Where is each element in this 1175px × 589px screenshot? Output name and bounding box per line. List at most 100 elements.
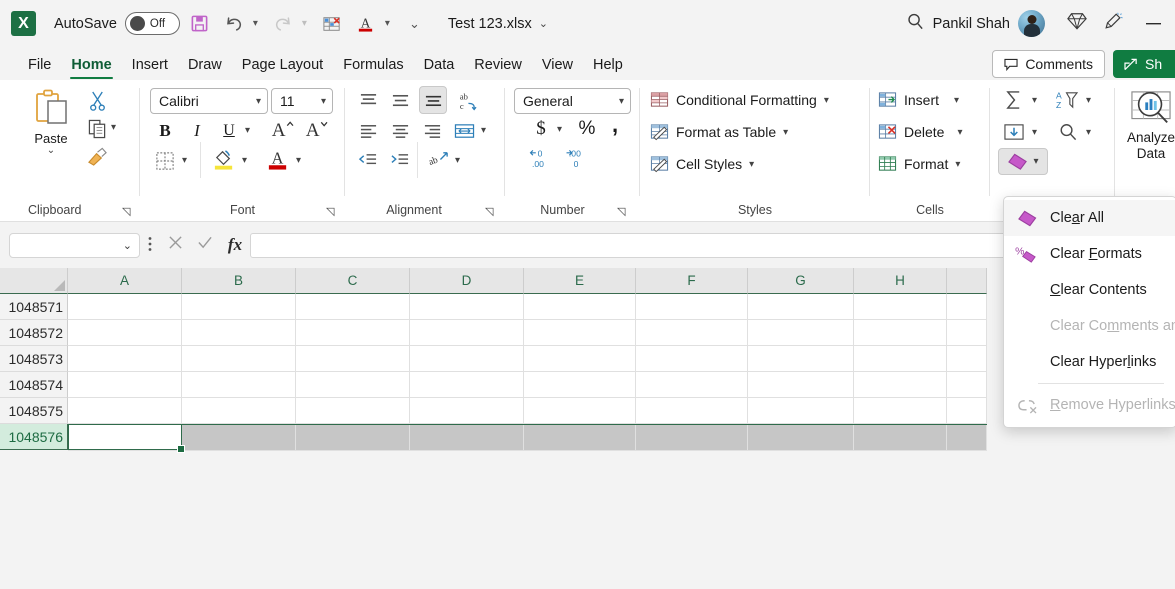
- grid-cell[interactable]: [68, 346, 182, 372]
- grid-cell[interactable]: [947, 398, 987, 424]
- copy-button[interactable]: [84, 116, 110, 142]
- column-header-F[interactable]: F: [636, 268, 748, 294]
- increase-indent-button[interactable]: [387, 148, 413, 174]
- grid-cell[interactable]: [296, 425, 410, 451]
- conditional-formatting-button[interactable]: Conditional Formatting ▾: [650, 86, 829, 114]
- merge-cells-button[interactable]: [451, 118, 477, 144]
- tab-help[interactable]: Help: [583, 50, 633, 80]
- cell-styles-caret[interactable]: ▾: [749, 159, 754, 170]
- grid-cell[interactable]: [854, 294, 947, 320]
- bottom-align-button[interactable]: [419, 86, 447, 114]
- align-center-button[interactable]: [387, 118, 413, 144]
- menu-item-clear-formats[interactable]: % Clear Formats: [1004, 236, 1175, 272]
- clear-dropdown-caret[interactable]: ▾: [1033, 156, 1038, 167]
- tab-review[interactable]: Review: [464, 50, 532, 80]
- grid-cell[interactable]: [410, 294, 524, 320]
- find-select-button[interactable]: [1054, 118, 1082, 146]
- grid-cell[interactable]: [947, 294, 987, 320]
- grid-cell[interactable]: [296, 346, 410, 372]
- find-select-dropdown-caret[interactable]: ▾: [1086, 127, 1091, 138]
- grid-cell[interactable]: [636, 425, 748, 451]
- font-dialog-launcher[interactable]: ◹: [326, 205, 334, 218]
- comments-button[interactable]: Comments: [992, 50, 1105, 78]
- insert-cells-button[interactable]: Insert ▾: [878, 86, 959, 114]
- grid-cell[interactable]: [410, 320, 524, 346]
- filename-chevron-down-icon[interactable]: ⌄: [539, 17, 548, 30]
- clear-table-icon[interactable]: [318, 9, 346, 39]
- merge-dropdown-caret[interactable]: ▾: [481, 125, 486, 136]
- menu-item-clear-contents[interactable]: Clear Contents: [1004, 272, 1175, 308]
- alignment-dialog-launcher[interactable]: ◹: [485, 205, 493, 218]
- save-icon[interactable]: [186, 9, 214, 39]
- conditional-formatting-caret[interactable]: ▾: [824, 95, 829, 106]
- tab-insert[interactable]: Insert: [122, 50, 178, 80]
- grid-cell[interactable]: [947, 372, 987, 398]
- text-rotation-button[interactable]: ab: [425, 146, 453, 172]
- row-header-1048575[interactable]: 1048575: [0, 398, 68, 424]
- grid-cell[interactable]: [296, 398, 410, 424]
- align-right-button[interactable]: [419, 118, 445, 144]
- grid-cell[interactable]: [636, 372, 748, 398]
- fill-color-dropdown-caret[interactable]: ▾: [242, 155, 247, 166]
- grid-cell[interactable]: [524, 372, 636, 398]
- italic-button[interactable]: I: [184, 118, 210, 144]
- pen-icon[interactable]: [1095, 11, 1131, 36]
- font-color-button[interactable]: A: [264, 146, 292, 172]
- format-cells-caret[interactable]: ▾: [955, 159, 960, 170]
- align-left-button[interactable]: [355, 118, 381, 144]
- analyze-data-button[interactable]: Analyze Data: [1128, 90, 1174, 162]
- insert-cells-caret[interactable]: ▾: [954, 95, 959, 106]
- avatar[interactable]: [1018, 10, 1045, 37]
- grid-cell[interactable]: [524, 398, 636, 424]
- undo-icon[interactable]: [220, 9, 248, 39]
- cut-button[interactable]: [84, 88, 110, 114]
- underline-dropdown-caret[interactable]: ▾: [245, 125, 250, 136]
- column-header-H[interactable]: H: [854, 268, 947, 294]
- grid-cell[interactable]: [748, 320, 854, 346]
- grid-cell[interactable]: [748, 398, 854, 424]
- autosum-button[interactable]: [1000, 86, 1028, 114]
- tab-data[interactable]: Data: [414, 50, 465, 80]
- delete-cells-caret[interactable]: ▾: [957, 127, 962, 138]
- grid-cell[interactable]: [296, 294, 410, 320]
- grid-cell[interactable]: [947, 425, 987, 451]
- cell-styles-button[interactable]: Cell Styles ▾: [650, 150, 754, 178]
- column-header-D[interactable]: D: [410, 268, 524, 294]
- format-as-table-caret[interactable]: ▾: [783, 127, 788, 138]
- grid-cell[interactable]: [854, 425, 947, 451]
- grid-cell[interactable]: [68, 425, 182, 451]
- filename-area[interactable]: Test 123.xlsx ⌄: [448, 16, 548, 32]
- enter-icon[interactable]: [190, 235, 220, 255]
- font-color-icon[interactable]: A: [352, 9, 380, 39]
- font-name-combo[interactable]: Calibri ▾: [150, 88, 268, 114]
- bold-button[interactable]: B: [152, 118, 178, 144]
- autosave-toggle[interactable]: Off: [125, 12, 180, 35]
- orientation-button[interactable]: abc: [453, 88, 481, 114]
- tab-home[interactable]: Home: [61, 50, 121, 80]
- column-header-B[interactable]: B: [182, 268, 296, 294]
- middle-align-button[interactable]: [387, 88, 413, 114]
- tab-file[interactable]: File: [18, 50, 61, 80]
- grid-cell[interactable]: [68, 320, 182, 346]
- font-color-dropdown-caret[interactable]: ▾: [380, 9, 395, 39]
- grid-cell[interactable]: [636, 320, 748, 346]
- grid-cell[interactable]: [748, 372, 854, 398]
- column-header-partial[interactable]: [947, 268, 987, 294]
- grid-cell[interactable]: [410, 372, 524, 398]
- grid-cell[interactable]: [947, 320, 987, 346]
- grid-cell[interactable]: [410, 398, 524, 424]
- name-box[interactable]: ⌄: [9, 233, 140, 258]
- row-header-1048576[interactable]: 1048576: [0, 424, 68, 450]
- grid-cell[interactable]: [636, 346, 748, 372]
- more-options-icon[interactable]: [140, 236, 160, 255]
- minimize-icon[interactable]: [1131, 0, 1175, 47]
- grid-cell[interactable]: [410, 425, 524, 451]
- borders-button[interactable]: [152, 148, 178, 174]
- column-header-C[interactable]: C: [296, 268, 410, 294]
- decrease-decimal-button[interactable]: 0.00: [527, 146, 557, 172]
- comma-format-button[interactable]: ,: [603, 112, 627, 138]
- tab-view[interactable]: View: [532, 50, 583, 80]
- autosum-dropdown-caret[interactable]: ▾: [1032, 95, 1037, 106]
- share-button[interactable]: Sh: [1113, 50, 1175, 78]
- tab-page-layout[interactable]: Page Layout: [232, 50, 333, 80]
